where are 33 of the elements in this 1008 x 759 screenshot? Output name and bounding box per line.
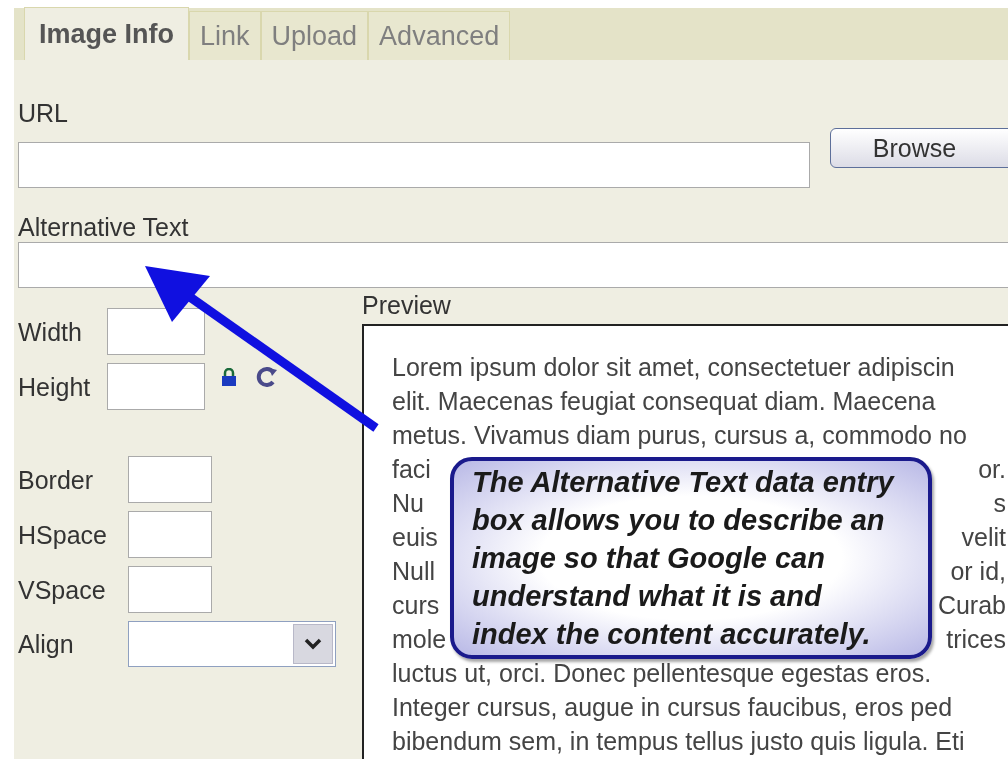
preview-text: elit. Maecenas feugiat consequat diam. Maecena	[392, 386, 936, 417]
preview-text: trices	[946, 624, 1006, 655]
field-label: Width	[18, 316, 83, 347]
preview-text: bibendum sem, in tempus tellus justo quis ligula. Eti	[392, 726, 965, 757]
preview-text: Null	[392, 556, 436, 587]
preview-text: curs	[392, 590, 440, 621]
preview-text: velit	[961, 522, 1006, 553]
browse-button[interactable]: Browse	[829, 128, 1008, 168]
field-label: Height	[18, 371, 92, 402]
field-label: Alternative Text	[18, 212, 190, 242]
tab[interactable]: Link	[189, 11, 261, 60]
preview-text: luctus ut, orci. Donec pellentesque egestas eros.	[392, 658, 932, 689]
field-label: Align	[18, 629, 75, 659]
field-label: HSpace	[18, 519, 107, 550]
preview-text: Curab	[937, 590, 1006, 621]
tab[interactable]: Image Info	[24, 7, 189, 60]
preview-text: s	[993, 488, 1006, 519]
tab[interactable]: Advanced	[368, 11, 511, 60]
tab[interactable]: Upload	[260, 11, 369, 60]
preview-text: or.	[978, 454, 1006, 485]
field-label: URL	[18, 98, 69, 128]
preview-text: Integer cursus, augue in cursus faucibus, eros ped	[392, 692, 953, 723]
preview-text: Lorem ipsum dolor sit amet, consectetuer adipiscin	[392, 352, 955, 383]
field-label: VSpace	[18, 574, 107, 605]
preview-text: metus. Vivamus diam purus, cursus a, commodo no	[392, 420, 967, 451]
preview-text: Nu	[392, 488, 424, 519]
preview-label: Preview	[362, 290, 452, 320]
preview-text: euis	[392, 522, 438, 553]
field-label: Border	[18, 464, 95, 495]
preview-text: or id,	[950, 556, 1006, 587]
preview-text: faci	[392, 454, 431, 485]
callout-text: The Alternative Text data entry box allows you to describe an image so that Google can understand what it is and index the content accurately.	[450, 457, 932, 659]
preview-text: mole	[392, 624, 447, 655]
